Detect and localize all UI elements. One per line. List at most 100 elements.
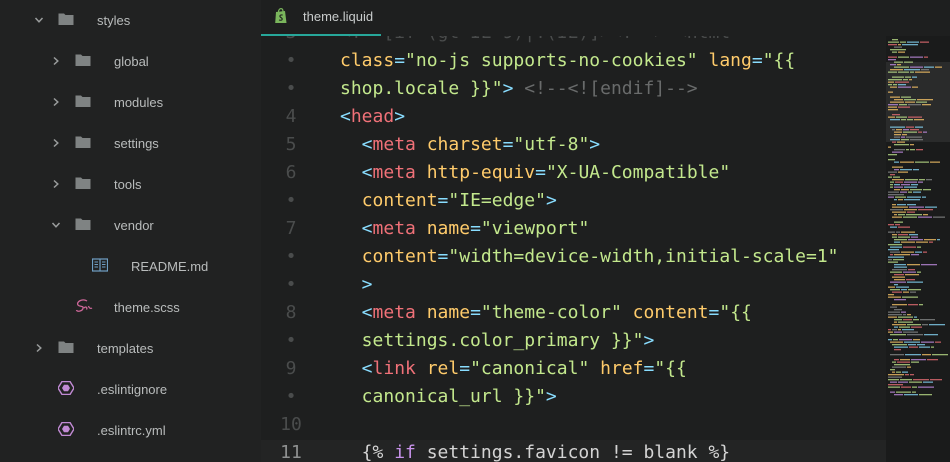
minimap-line [922,324,928,326]
minimap-line [894,186,903,188]
tree-item-eslintrc-yml[interactable]: .eslintrc.yml [0,410,261,451]
chevron-right-icon[interactable] [47,52,65,70]
code-line[interactable]: <meta http-equiv="X-UA-Compatible" [340,162,731,183]
code-line[interactable]: <head> [340,106,405,127]
minimap-line [906,149,909,151]
code-token: "{{ [719,302,752,323]
minimap-line [893,259,904,261]
code-line[interactable]: canonical_url }}"> [340,386,557,407]
minimap-line [901,251,914,253]
line-number: 7 [285,218,297,239]
minimap-line [908,191,912,193]
tree-item-settings[interactable]: settings [0,123,261,164]
minimap-line [888,331,893,333]
minimap-line [901,119,906,121]
code-token: > [545,190,557,211]
code-line[interactable]: class="no-js supports-no-cookies" lang="… [340,50,795,71]
minimap-line [915,161,929,163]
tree-item-templates[interactable]: templates [0,328,261,369]
code-line[interactable]: content="IE=edge"> [340,190,557,211]
minimap-line [912,386,917,388]
minimap-line [902,44,918,46]
minimap-line [890,186,893,188]
minimap-line [904,69,920,71]
chevron-right-icon[interactable] [47,134,65,152]
code-token: = [437,246,449,267]
code-token: content [632,302,709,323]
code-token: = [751,50,763,71]
tree-item-label: vendor [114,218,154,233]
folder-icon [58,12,74,26]
code-token: > [545,386,557,407]
minimap-line [898,381,908,383]
minimap-line [916,241,928,243]
tree-item-readme-md[interactable]: README.md [0,246,261,287]
code-editor[interactable]: <!--[if (gt IE 9)|!(IE)]><!--> <html 3 • cl… [261,36,886,462]
line-number: 5 [285,134,297,155]
minimap-line [921,69,929,71]
minimap-line [908,116,922,118]
code-line[interactable]: <meta name="theme-color" content="{{ [340,302,752,323]
minimap-line [890,86,897,88]
minimap-line [901,136,905,138]
minimap-line [910,129,919,131]
tree-item-theme-scss[interactable]: theme.scss [0,287,261,328]
chevron-right-icon[interactable] [47,93,65,111]
minimap-line [910,189,922,191]
code-token: = [437,190,449,211]
code-line[interactable]: settings.color_primary }}"> [340,330,655,351]
tree-item-eslintignore[interactable]: .eslintignore [0,369,261,410]
code-line[interactable]: <meta charset="utf-8"> [340,134,600,155]
code-line[interactable]: content="width=device-width,initial-scal… [340,246,839,267]
minimap-line [894,321,897,323]
code-token: = [643,358,655,379]
minimap-line [900,41,906,43]
code-token: = [470,302,481,323]
minimap-line [888,79,902,81]
tree-item-global[interactable]: global [0,41,261,82]
minimap-line [888,154,897,156]
code-line[interactable]: {% if settings.favicon != blank %} [340,442,730,462]
tree-item-tools[interactable]: tools [0,164,261,205]
code-line-partial: <!--[if (gt IE 9)|!(IE)]><!--> <html [340,36,730,43]
chevron-down-icon[interactable] [47,216,65,234]
tree-item-vendor[interactable]: vendor [0,205,261,246]
minimap-line [909,381,922,383]
chevron-down-icon[interactable] [30,11,48,29]
code-line[interactable]: > [340,274,373,295]
minimap-line [910,66,923,68]
minimap-line [893,339,898,341]
minimap-line [898,56,909,58]
minimap-line [894,299,906,301]
minimap-line [912,86,918,88]
tree-item-modules[interactable]: modules [0,82,261,123]
minimap-line [892,269,907,271]
minimap-line [894,131,902,133]
minimap-line [890,254,893,256]
minimap-line [894,266,907,268]
minimap-line [895,196,906,198]
minimap[interactable] [886,36,950,462]
tab-theme-liquid[interactable]: theme.liquid [261,0,381,36]
code-token: < [340,162,373,183]
code-token: meta [372,218,416,239]
minimap-line [890,306,897,308]
tree-item-styles[interactable]: styles [0,0,261,41]
minimap-line [910,149,915,151]
minimap-line [890,369,895,371]
code-line[interactable]: <link rel="canonical" href="{{ [340,358,687,379]
folder-icon [75,94,91,108]
minimap-line [888,374,904,376]
minimap-line [901,139,909,141]
minimap-line [905,274,919,276]
minimap-line [910,144,914,146]
chevron-right-icon[interactable] [30,339,48,357]
code-line[interactable]: shop.locale }}"> <!--<![endif]--> [340,78,698,99]
minimap-line [918,209,933,211]
chevron-right-icon[interactable] [47,175,65,193]
minimap-line [898,44,901,46]
minimap-line [894,394,903,396]
minimap-line [913,191,921,193]
code-line[interactable]: <meta name="viewport" [340,218,590,239]
